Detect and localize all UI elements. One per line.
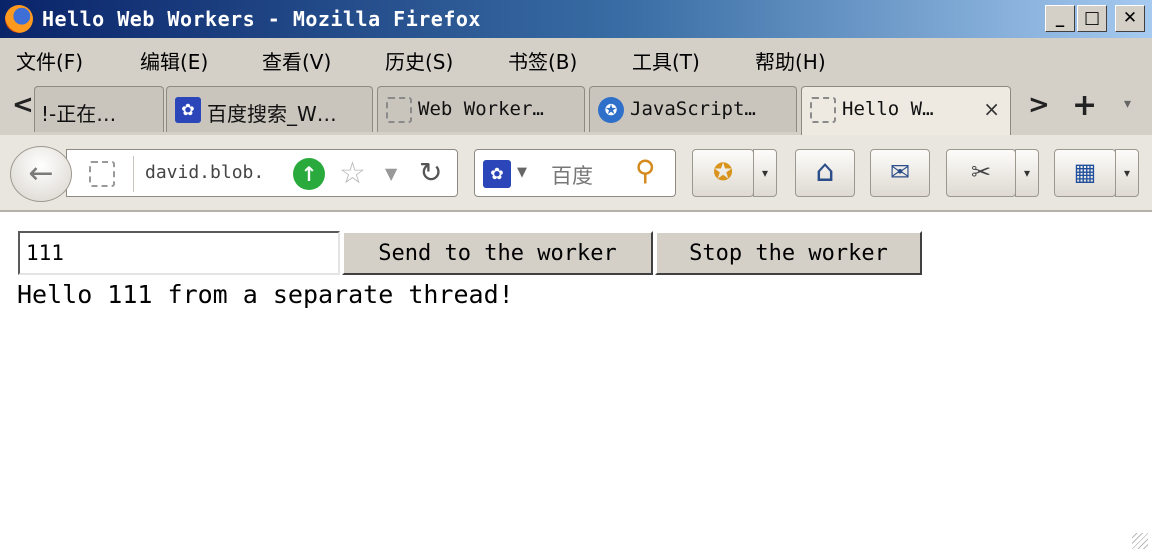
addon-button[interactable]: ✪ xyxy=(692,149,754,197)
addon-icon: ✪ xyxy=(712,158,734,186)
menu-tools[interactable]: 工具(T) xyxy=(632,46,700,75)
search-bar[interactable]: ✿ ▼ 百度 ⚲ xyxy=(474,149,676,197)
close-window-button[interactable]: ✕ xyxy=(1115,5,1145,32)
tab-label: Web Worker… xyxy=(418,98,544,120)
maximize-button[interactable]: □ xyxy=(1077,5,1107,32)
minimize-button[interactable]: _ xyxy=(1045,5,1075,32)
search-input[interactable]: 百度 xyxy=(551,160,593,190)
apps-button[interactable]: ▦ xyxy=(1054,149,1116,197)
send-to-worker-button[interactable]: Send to the worker xyxy=(342,231,653,275)
menu-history[interactable]: 历史(S) xyxy=(385,46,453,75)
menu-help[interactable]: 帮助(H) xyxy=(755,46,826,75)
menu-edit[interactable]: 编辑(E) xyxy=(140,46,208,75)
resize-grip-icon[interactable] xyxy=(1132,533,1148,549)
reload-icon[interactable]: ↻ xyxy=(419,156,442,189)
url-history-dropdown-icon[interactable]: ▼ xyxy=(385,164,397,183)
url-separator xyxy=(133,156,134,192)
page-content: Send to the worker Stop the worker Hello… xyxy=(0,212,1152,553)
screenshot-button[interactable]: ✂ xyxy=(946,149,1016,197)
menu-view[interactable]: 查看(V) xyxy=(262,46,331,75)
window-title: Hello Web Workers - Mozilla Firefox xyxy=(42,7,481,31)
site-identity-icon[interactable] xyxy=(89,161,115,187)
tab-0[interactable]: !-正在… xyxy=(34,86,164,132)
menu-bookmarks[interactable]: 书签(B) xyxy=(508,46,577,75)
tab-strip: < !-正在… ✿ 百度搜索_W… Web Worker… ✪ JavaScri… xyxy=(0,80,1152,136)
tab-label: 百度搜索_W… xyxy=(207,102,337,126)
home-button[interactable]: ⌂ xyxy=(795,149,855,197)
mail-button[interactable]: ✉ xyxy=(870,149,930,197)
tab-1[interactable]: ✿ 百度搜索_W… xyxy=(166,86,373,132)
javascript-site-icon: ✪ xyxy=(598,97,624,123)
screenshot-dropdown-button[interactable]: ▾ xyxy=(1015,149,1039,197)
url-text[interactable]: david.blob. xyxy=(145,162,264,183)
title-bar: Hello Web Workers - Mozilla Firefox _ □ … xyxy=(0,0,1152,38)
firefox-window: Hello Web Workers - Mozilla Firefox _ □ … xyxy=(0,0,1152,553)
message-input[interactable] xyxy=(18,231,340,275)
tab-4-active[interactable]: Hello W… × xyxy=(801,86,1011,136)
tab-scroll-right-button[interactable]: > xyxy=(1028,90,1050,120)
navigation-toolbar: david.blob. ↑ ☆ ▼ ↻ ← ✿ ▼ 百度 ⚲ ✪ ▾ ⌂ ✉ ✂… xyxy=(0,135,1152,212)
apps-dropdown-button[interactable]: ▾ xyxy=(1115,149,1139,197)
firefox-logo-icon xyxy=(5,5,33,33)
tab-label: Hello W… xyxy=(842,98,934,120)
back-button[interactable]: ← xyxy=(10,146,72,202)
tab-3[interactable]: ✪ JavaScript… xyxy=(589,86,797,132)
blank-page-icon xyxy=(386,97,412,123)
bookmark-star-icon[interactable]: ☆ xyxy=(339,156,366,191)
new-tab-button[interactable]: + xyxy=(1072,88,1097,123)
url-bar[interactable]: david.blob. ↑ ☆ ▼ ↻ xyxy=(66,149,458,197)
tab-label: JavaScript… xyxy=(630,98,756,120)
go-icon[interactable]: ↑ xyxy=(293,158,325,190)
tab-scroll-left-button[interactable]: < xyxy=(12,90,34,120)
baidu-paw-icon: ✿ xyxy=(175,97,201,123)
stop-worker-button[interactable]: Stop the worker xyxy=(655,231,922,275)
worker-output-text: Hello 111 from a separate thread! xyxy=(17,280,514,309)
search-engine-dropdown-icon[interactable]: ▼ xyxy=(517,165,527,180)
tab-2[interactable]: Web Worker… xyxy=(377,86,585,132)
tab-label: !-正在… xyxy=(41,102,117,126)
addon-dropdown-button[interactable]: ▾ xyxy=(753,149,777,197)
search-magnifier-icon[interactable]: ⚲ xyxy=(635,154,656,187)
menu-file[interactable]: 文件(F) xyxy=(16,46,83,75)
back-arrow-icon: ← xyxy=(28,156,54,191)
menu-bar: 文件(F) 编辑(E) 查看(V) 历史(S) 书签(B) 工具(T) 帮助(H… xyxy=(0,38,1152,80)
home-icon: ⌂ xyxy=(815,154,835,189)
apps-icon: ▦ xyxy=(1073,158,1097,186)
baidu-paw-icon[interactable]: ✿ xyxy=(483,160,511,188)
close-tab-icon[interactable]: × xyxy=(983,97,1000,121)
screenshot-icon: ✂ xyxy=(970,158,992,186)
list-all-tabs-button[interactable]: ▾ xyxy=(1124,96,1131,112)
blank-page-icon xyxy=(810,97,836,123)
mail-icon: ✉ xyxy=(889,158,911,186)
